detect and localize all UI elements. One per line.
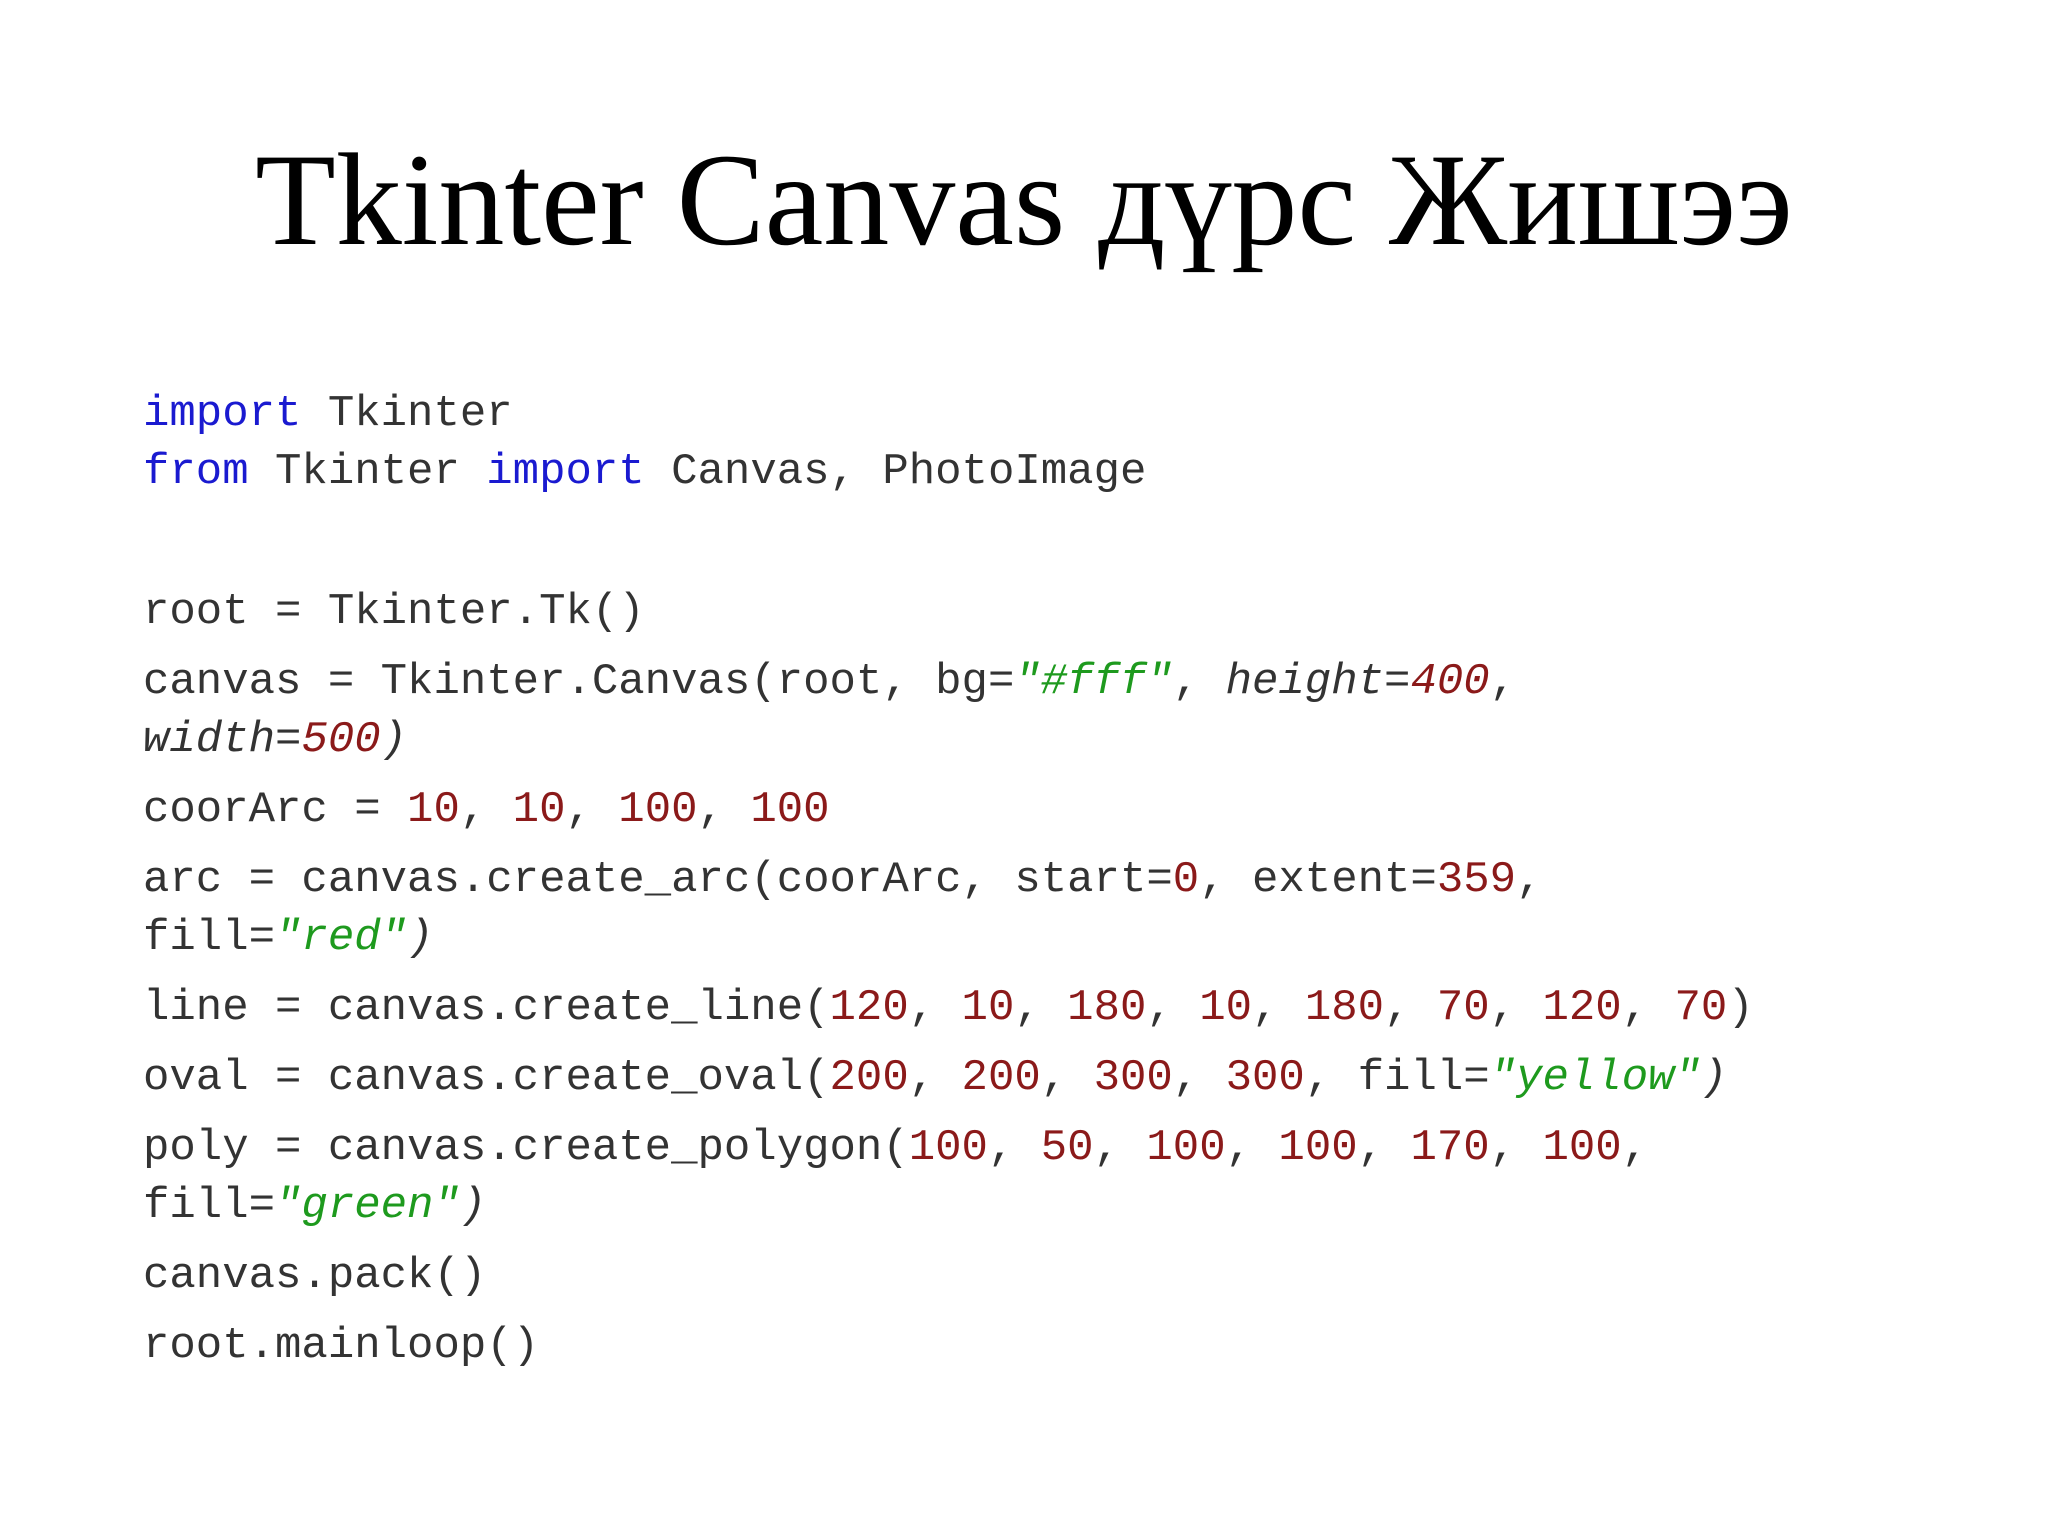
code-token: ,: [1489, 1123, 1543, 1173]
code-line: poly = canvas.create_polygon(100, 50, 10…: [143, 1119, 2003, 1177]
code-token: fill=: [143, 1181, 276, 1231]
number-token: 200: [961, 1053, 1041, 1103]
number-token: 120: [829, 983, 909, 1033]
code-line: fill="green"): [143, 1177, 2003, 1235]
code-token: width=: [143, 715, 302, 765]
number-token: 10: [1199, 983, 1253, 1033]
string-token: "#fff": [1014, 657, 1173, 707]
code-token: ,: [1172, 657, 1226, 707]
code-line: canvas = Tkinter.Canvas(root, bg="#fff",…: [143, 653, 2003, 711]
code-line: root = Tkinter.Tk(): [143, 583, 2003, 641]
code-token: arc = canvas.create_arc(coorArc, start=: [143, 855, 1173, 905]
number-token: 10: [407, 785, 460, 835]
number-token: 100: [1542, 1123, 1622, 1173]
code-token: root.mainloop(): [143, 1321, 540, 1371]
string-token: "red": [275, 913, 408, 963]
code-token: canvas.pack(): [143, 1251, 487, 1301]
code-token: ,: [908, 983, 962, 1033]
code-token: Tkinter: [248, 447, 487, 497]
code-token: oval = canvas.create_oval(: [143, 1053, 830, 1103]
code-line: coorArc = 10, 10, 100, 100: [143, 781, 2003, 839]
code-token: , fill=: [1304, 1053, 1490, 1103]
code-token: ,: [1357, 1123, 1411, 1173]
code-line: canvas.pack(): [143, 1247, 2003, 1305]
number-token: 100: [908, 1123, 988, 1173]
code-token: Canvas, PhotoImage: [644, 447, 1147, 497]
code-token: ,: [565, 785, 619, 835]
slide: Tkinter Canvas дүрс Жишээ import Tkinter…: [0, 0, 2048, 1536]
code-token: ,: [1384, 983, 1437, 1033]
code-token: ,: [987, 1123, 1041, 1173]
code-token: ,: [1172, 1053, 1226, 1103]
code-token: ,: [1146, 983, 1200, 1033]
string-token: "green": [275, 1181, 460, 1231]
code-token: , extent=: [1199, 855, 1437, 905]
code-token: ,: [1093, 1123, 1147, 1173]
code-line: arc = canvas.create_arc(coorArc, start=0…: [143, 851, 2003, 909]
number-token: 400: [1410, 657, 1490, 707]
number-token: 10: [961, 983, 1015, 1033]
code-token: Tkinter: [301, 389, 513, 439]
code-token: ,: [1621, 1123, 1649, 1173]
keyword-token: import: [143, 389, 302, 439]
number-token: 100: [750, 785, 830, 835]
code-token: ,: [1252, 983, 1305, 1033]
code-block: import Tkinter from Tkinter import Canva…: [143, 385, 2003, 1375]
code-line: line = canvas.create_line(120, 10, 180, …: [143, 979, 2003, 1037]
code-line: from Tkinter import Canvas, PhotoImage: [143, 443, 2003, 501]
code-token: ): [380, 715, 408, 765]
code-token: fill=: [143, 913, 276, 963]
number-token: 359: [1436, 855, 1517, 905]
code-line: oval = canvas.create_oval(200, 200, 300,…: [143, 1049, 2003, 1107]
code-token: ,: [1621, 983, 1675, 1033]
code-token: ,: [1225, 1123, 1279, 1173]
code-line: import Tkinter: [143, 385, 2003, 443]
code-token: ,: [1489, 983, 1543, 1033]
code-token: ,: [1014, 983, 1068, 1033]
code-token: line = canvas.create_line(: [143, 983, 830, 1033]
number-token: 180: [1304, 983, 1385, 1033]
code-token: coorArc =: [143, 785, 408, 835]
keyword-token: from: [143, 447, 249, 497]
number-token: 180: [1067, 983, 1147, 1033]
code-token: poly = canvas.create_polygon(: [143, 1123, 909, 1173]
number-token: 10: [512, 785, 566, 835]
code-token: ): [459, 1181, 487, 1231]
code-token: ,: [1516, 855, 1543, 905]
number-token: 120: [1542, 983, 1622, 1033]
code-token: ,: [459, 785, 513, 835]
code-token: ,: [908, 1053, 962, 1103]
keyword-token: import: [486, 447, 645, 497]
code-token: ,: [1040, 1053, 1094, 1103]
number-token: 300: [1093, 1053, 1173, 1103]
code-token: ): [1700, 1053, 1728, 1103]
code-line: fill="red"): [143, 909, 2003, 967]
slide-title: Tkinter Canvas дүрс Жишээ: [255, 126, 1793, 273]
code-line: width=500): [143, 711, 2003, 769]
code-token: canvas = Tkinter.Canvas(root, bg=: [143, 657, 1015, 707]
number-token: 500: [301, 715, 381, 765]
number-token: 70: [1674, 983, 1728, 1033]
number-token: 100: [1278, 1123, 1358, 1173]
code-token: root = Tkinter.Tk(): [143, 587, 645, 637]
number-token: 170: [1410, 1123, 1490, 1173]
number-token: 200: [829, 1053, 909, 1103]
code-token: height=: [1225, 657, 1411, 707]
number-token: 0: [1172, 855, 1200, 905]
code-token: ,: [1489, 657, 1517, 707]
number-token: 70: [1436, 983, 1490, 1033]
number-token: 300: [1225, 1053, 1305, 1103]
string-token: "yellow": [1489, 1053, 1701, 1103]
number-token: 100: [1146, 1123, 1226, 1173]
code-line: root.mainloop(): [143, 1317, 2003, 1375]
code-token: ): [407, 913, 434, 963]
code-token: ): [1727, 983, 1754, 1033]
number-token: 100: [618, 785, 698, 835]
code-token: ,: [697, 785, 751, 835]
number-token: 50: [1040, 1123, 1094, 1173]
